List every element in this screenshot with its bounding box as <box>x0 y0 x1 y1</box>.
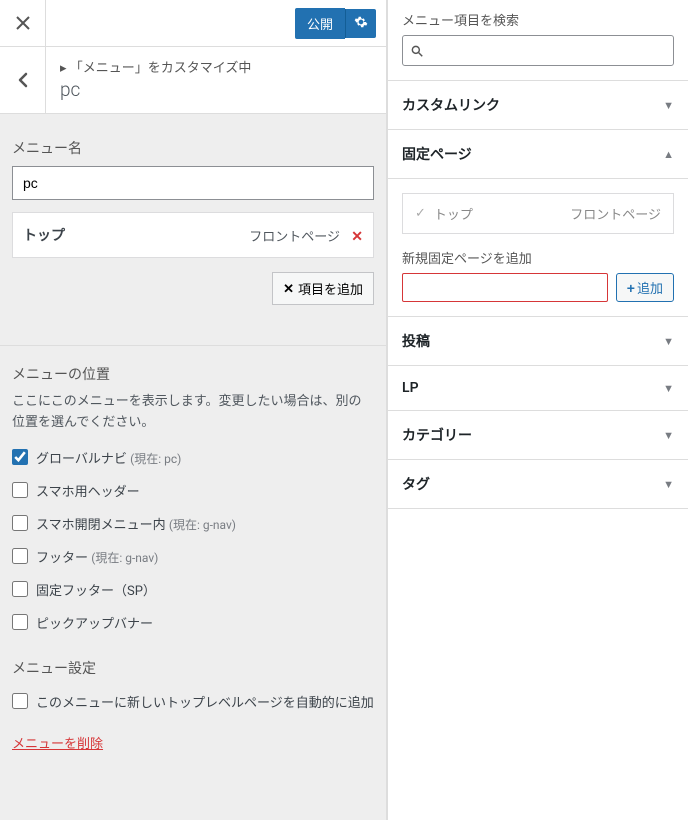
page-item-left: ✓ トップ <box>415 204 473 223</box>
accordion-title-custom-link: カスタムリンク <box>402 95 500 115</box>
chevron-down-icon: ▼ <box>663 335 674 348</box>
search-input[interactable] <box>402 35 674 66</box>
accordion-title-lp: LP <box>402 380 419 396</box>
add-items-button[interactable]: ✕ 項目を追加 <box>272 272 374 305</box>
menu-item-type: フロントページ <box>249 230 340 245</box>
chevron-left-icon <box>17 72 29 88</box>
delete-menu-link[interactable]: メニューを削除 <box>12 733 103 752</box>
search-icon <box>410 44 424 58</box>
chevron-down-icon: ▼ <box>663 99 674 112</box>
publish-settings-button[interactable] <box>345 9 376 38</box>
divider <box>0 345 386 346</box>
add-page-button-label: 追加 <box>637 278 663 297</box>
breadcrumb-content: ▸ 「メニュー」をカスタマイズ中 pc <box>46 47 386 113</box>
add-page-row: + 追加 <box>402 273 674 302</box>
location-label: スマホ開閉メニュー内 (現在: g-nav) <box>36 514 236 533</box>
location-sublabel: (現在: pc) <box>130 452 181 466</box>
location-label: フッター (現在: g-nav) <box>36 547 158 566</box>
auto-add-label: このメニューに新しいトップレベルページを自動的に追加 <box>36 692 374 711</box>
menu-position-description: ここにこのメニューを表示します。変更したい場合は、別の位置を選んでください。 <box>12 392 374 434</box>
menu-settings-heading: メニュー設定 <box>12 658 374 678</box>
location-checkbox[interactable] <box>12 548 28 564</box>
available-page-item[interactable]: ✓ トップ フロントページ <box>402 193 674 234</box>
accordion-lp[interactable]: LP ▼ <box>388 366 688 411</box>
location-row: スマホ開閉メニュー内 (現在: g-nav) <box>12 514 374 533</box>
plus-icon: + <box>627 280 635 296</box>
accordion-categories[interactable]: カテゴリー ▼ <box>388 411 688 460</box>
location-checkbox[interactable] <box>12 482 28 498</box>
accordion-body-pages: ✓ トップ フロントページ 新規固定ページを追加 + 追加 <box>388 179 688 317</box>
breadcrumb-row: ▸ 「メニュー」をカスタマイズ中 pc <box>0 47 386 114</box>
accordion-title-categories: カテゴリー <box>402 425 472 445</box>
top-bar: 公開 <box>0 0 386 47</box>
accordion-title-tags: タグ <box>402 474 430 494</box>
customizer-left-panel: 公開 ▸ 「メニュー」をカスタマイズ中 pc メニュー名 トップ フロントページ… <box>0 0 387 820</box>
location-checkbox[interactable] <box>12 614 28 630</box>
location-checkbox[interactable] <box>12 449 28 465</box>
back-button[interactable] <box>0 47 46 113</box>
location-label: グローバルナビ (現在: pc) <box>36 448 181 467</box>
breadcrumb-title: pc <box>60 78 372 101</box>
menu-name-label: メニュー名 <box>12 138 374 158</box>
auto-add-row: このメニューに新しいトップレベルページを自動的に追加 <box>12 692 374 711</box>
page-item-title: トップ <box>434 204 473 223</box>
breadcrumb-label: ▸ 「メニュー」をカスタマイズ中 <box>60 57 372 76</box>
location-row: フッター (現在: g-nav) <box>12 547 374 566</box>
location-row: ピックアップバナー <box>12 613 374 632</box>
menu-item-row[interactable]: トップ フロントページ ✕ <box>12 212 374 258</box>
menu-position-heading: メニューの位置 <box>12 364 374 384</box>
check-icon: ✓ <box>415 206 426 221</box>
accordion-tags[interactable]: タグ ▼ <box>388 460 688 509</box>
add-page-label: 新規固定ページを追加 <box>402 248 674 267</box>
location-row: グローバルナビ (現在: pc) <box>12 448 374 467</box>
location-sublabel: (現在: g-nav) <box>91 551 158 565</box>
location-label: スマホ用ヘッダー <box>36 481 140 500</box>
close-button[interactable] <box>0 0 46 46</box>
search-section: メニュー項目を検索 <box>388 0 688 81</box>
available-items-panel: メニュー項目を検索 カスタムリンク ▼ 固定ページ ▲ ✓ トップ フロントペー… <box>387 0 688 820</box>
menu-item-right: フロントページ ✕ <box>249 226 363 245</box>
panel-body: メニュー名 トップ フロントページ ✕ ✕ 項目を追加 メニューの位置 ここにこ… <box>0 114 386 764</box>
search-label: メニュー項目を検索 <box>402 10 674 29</box>
auto-add-checkbox[interactable] <box>12 693 28 709</box>
add-items-row: ✕ 項目を追加 <box>12 272 374 325</box>
publish-button[interactable]: 公開 <box>295 8 345 39</box>
accordion-custom-link[interactable]: カスタムリンク ▼ <box>388 81 688 130</box>
add-page-input[interactable] <box>402 273 608 302</box>
page-item-type: フロントページ <box>570 204 661 223</box>
gear-icon <box>354 15 368 29</box>
top-bar-actions: 公開 <box>46 0 386 46</box>
location-row: スマホ用ヘッダー <box>12 481 374 500</box>
add-items-label: 項目を追加 <box>298 279 363 298</box>
accordion-title-pages: 固定ページ <box>402 144 472 164</box>
menu-name-input[interactable] <box>12 166 374 200</box>
location-row: 固定フッター（SP） <box>12 580 374 599</box>
accordion-posts[interactable]: 投稿 ▼ <box>388 317 688 366</box>
add-page-button[interactable]: + 追加 <box>616 273 674 302</box>
remove-item-button[interactable]: ✕ <box>351 229 363 245</box>
search-input-wrap <box>402 35 674 66</box>
chevron-down-icon: ▼ <box>663 429 674 442</box>
accordion-title-posts: 投稿 <box>402 331 430 351</box>
chevron-down-icon: ▼ <box>663 478 674 491</box>
location-checkbox[interactable] <box>12 515 28 531</box>
location-label: 固定フッター（SP） <box>36 580 156 599</box>
close-icon <box>16 16 30 30</box>
chevron-up-icon: ▲ <box>663 148 674 161</box>
menu-item-title: トップ <box>23 225 65 245</box>
plus-icon: ✕ <box>283 281 294 297</box>
location-checkbox[interactable] <box>12 581 28 597</box>
location-sublabel: (現在: g-nav) <box>169 518 236 532</box>
accordion-pages[interactable]: 固定ページ ▲ <box>388 130 688 179</box>
chevron-down-icon: ▼ <box>663 382 674 395</box>
location-label: ピックアップバナー <box>36 613 153 632</box>
